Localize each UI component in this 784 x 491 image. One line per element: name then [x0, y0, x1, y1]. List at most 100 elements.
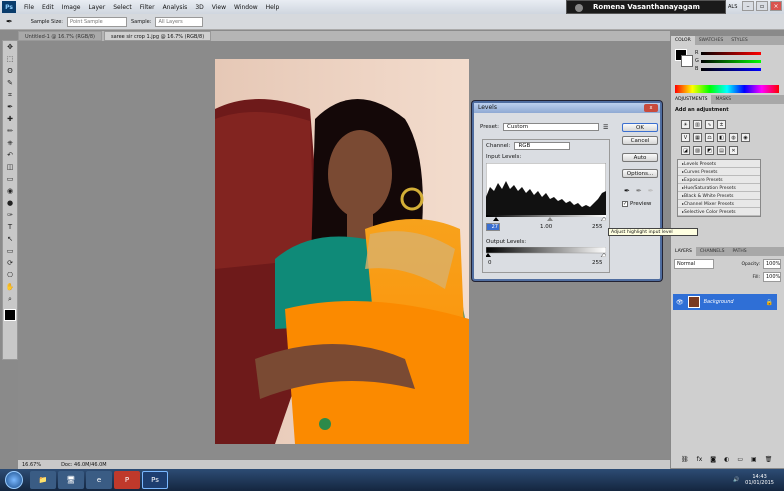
sample-size-select[interactable]: Point Sample — [67, 16, 127, 27]
options-button[interactable]: Options... — [622, 169, 658, 178]
input-white-field[interactable]: 255 — [592, 224, 603, 230]
photoshop-taskbar-icon[interactable]: Ps — [142, 471, 168, 489]
ie-icon[interactable]: e — [86, 471, 112, 489]
start-button[interactable] — [0, 469, 28, 491]
menu-item-filter[interactable]: Filter — [140, 4, 155, 11]
color-balance-icon[interactable]: ⚖ — [705, 133, 714, 142]
mask-icon[interactable]: ◙ — [710, 456, 716, 463]
gradient-map-icon[interactable]: ▤ — [717, 146, 726, 155]
panel-tab-layers[interactable]: LAYERS — [671, 247, 696, 256]
3d-camera-tool-icon[interactable]: ⎔ — [3, 269, 17, 281]
threshold-icon[interactable]: ◩ — [705, 146, 714, 155]
black-white-icon[interactable]: ◧ — [717, 133, 726, 142]
eyedropper-tool-icon[interactable]: ✒ — [3, 101, 17, 113]
lasso-tool-icon[interactable]: ʘ — [3, 65, 17, 77]
preset-item[interactable]: Selective Color Presets — [678, 208, 760, 216]
restore-button[interactable]: ▫ — [756, 1, 768, 11]
auto-button[interactable]: Auto — [622, 153, 658, 162]
menu-item-select[interactable]: Select — [113, 4, 132, 11]
eyedropper-icon[interactable]: ✒ — [6, 17, 13, 26]
gradient-tool-icon[interactable]: ▭ — [3, 173, 17, 185]
exposure-icon[interactable]: ± — [717, 120, 726, 129]
blur-tool-icon[interactable]: ◉ — [3, 185, 17, 197]
menu-item-view[interactable]: View — [212, 4, 226, 11]
workspace-label[interactable]: ALS — [728, 4, 737, 10]
blue-slider[interactable] — [701, 67, 761, 71]
preview-checkbox[interactable]: ✓ — [622, 201, 628, 207]
levels-close-button[interactable]: x — [644, 104, 658, 112]
green-slider[interactable] — [701, 59, 761, 63]
fill-input[interactable]: 100% — [763, 272, 781, 282]
preset-item[interactable]: Hue/Saturation Presets — [678, 184, 760, 192]
path-select-tool-icon[interactable]: ↖ — [3, 233, 17, 245]
input-black-field[interactable]: 27 — [486, 223, 500, 231]
panel-tab-masks[interactable]: MASKS — [711, 95, 735, 104]
channel-select[interactable]: RGB — [514, 142, 571, 150]
vibrance-icon[interactable]: V — [681, 133, 690, 142]
preset-item[interactable]: Exposure Presets — [678, 176, 760, 184]
photo-filter-icon[interactable]: ◍ — [729, 133, 738, 142]
menu-item-layer[interactable]: Layer — [88, 4, 105, 11]
preset-select[interactable]: Custom — [503, 123, 600, 131]
type-tool-icon[interactable]: T — [3, 221, 17, 233]
pen-tool-icon[interactable]: ✑ — [3, 209, 17, 221]
marquee-tool-icon[interactable]: ⬚ — [3, 53, 17, 65]
quick-select-tool-icon[interactable]: ✎ — [3, 77, 17, 89]
black-eyedropper-icon[interactable]: ✒ — [624, 187, 630, 195]
background-color-swatch[interactable] — [681, 55, 693, 67]
white-eyedropper-icon[interactable]: ✒ — [648, 187, 654, 195]
monitor-icon[interactable]: 🖥 — [58, 471, 84, 489]
curves-icon[interactable]: ∿ — [705, 120, 714, 129]
blend-mode-select[interactable]: Normal — [674, 259, 714, 269]
speaker-icon[interactable]: 🔊 — [733, 477, 739, 483]
document-image[interactable] — [215, 59, 469, 444]
sample-select[interactable]: All Layers — [155, 16, 204, 27]
menu-item-edit[interactable]: Edit — [42, 4, 54, 11]
fx-icon[interactable]: fx — [697, 456, 703, 463]
output-black-field[interactable]: 0 — [488, 260, 492, 266]
folder-icon[interactable]: 📁 — [30, 471, 56, 489]
panel-tab-adjustments[interactable]: ADJUSTMENTS — [671, 95, 712, 104]
shape-tool-icon[interactable]: ▭ — [3, 245, 17, 257]
invert-icon[interactable]: ◪ — [681, 146, 690, 155]
opacity-input[interactable]: 100% — [763, 259, 781, 269]
dodge-tool-icon[interactable]: ● — [3, 197, 17, 209]
preset-menu-icon[interactable]: ☰ — [603, 124, 608, 131]
tab-document-1[interactable]: Untitled-1 @ 16.7% (RGB/8) — [18, 31, 102, 41]
brush-tool-icon[interactable]: ✏ — [3, 125, 17, 137]
output-white-field[interactable]: 255 — [592, 260, 603, 266]
hand-tool-icon[interactable]: ✋ — [3, 281, 17, 293]
close-window-button[interactable]: × — [770, 1, 782, 11]
eraser-tool-icon[interactable]: ◫ — [3, 161, 17, 173]
clock-date[interactable]: 01/01/2015 — [745, 480, 774, 486]
menu-item-analysis[interactable]: Analysis — [163, 4, 188, 11]
adjustment-layer-icon[interactable]: ◐ — [724, 456, 729, 463]
panel-tab-swatches[interactable]: SWATCHES — [695, 36, 728, 45]
history-brush-tool-icon[interactable]: ↶ — [3, 149, 17, 161]
zoom-tool-icon[interactable]: ⌕ — [3, 293, 17, 305]
menu-item-file[interactable]: File — [24, 4, 34, 11]
clone-tool-icon[interactable]: ⎈ — [3, 137, 17, 149]
input-mid-field[interactable]: 1.00 — [540, 224, 552, 230]
menu-item-window[interactable]: Window — [234, 4, 258, 11]
menu-item-image[interactable]: Image — [62, 4, 81, 11]
panel-tab-color[interactable]: COLOR — [671, 36, 695, 45]
tab-document-2[interactable]: saree sir crop 1.jpg @ 16.7% (RGB/8) — [103, 31, 212, 41]
group-icon[interactable]: ▭ — [737, 456, 743, 463]
panel-tab-channels[interactable]: CHANNELS — [696, 247, 729, 256]
posterize-icon[interactable]: ▨ — [693, 146, 702, 155]
levels-icon[interactable]: ▥ — [693, 120, 702, 129]
move-tool-icon[interactable]: ✥ — [3, 41, 17, 53]
brightness-icon[interactable]: ☀ — [681, 120, 690, 129]
channel-mixer-icon[interactable]: ◉ — [741, 133, 750, 142]
trash-icon[interactable]: 🗑 — [765, 456, 773, 463]
powerpoint-icon[interactable]: P — [114, 471, 140, 489]
color-swatches-icon[interactable] — [4, 309, 16, 321]
3d-rotate-tool-icon[interactable]: ⟳ — [3, 257, 17, 269]
minimize-button[interactable]: – — [742, 1, 754, 11]
hue-saturation-icon[interactable]: ▦ — [693, 133, 702, 142]
new-layer-icon[interactable]: ▣ — [751, 456, 757, 463]
preset-item[interactable]: Black & White Presets — [678, 192, 760, 200]
gray-eyedropper-icon[interactable]: ✒ — [636, 187, 642, 195]
selective-color-icon[interactable]: ✕ — [729, 146, 738, 155]
